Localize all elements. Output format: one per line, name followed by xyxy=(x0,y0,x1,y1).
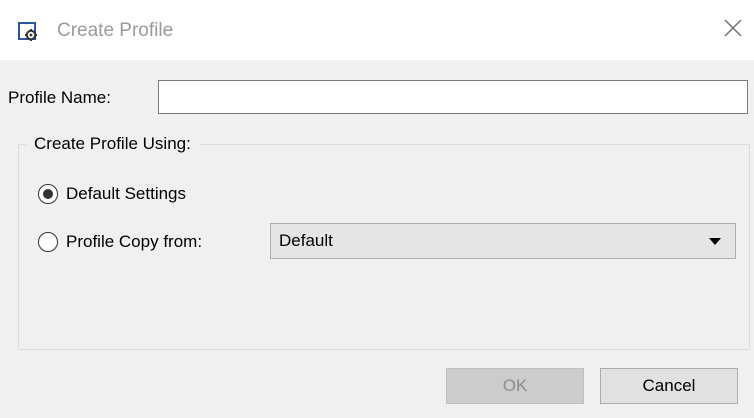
radio-dot xyxy=(43,189,53,199)
radio-profile-copy-from[interactable]: Profile Copy from: xyxy=(38,230,202,254)
profile-settings-icon xyxy=(18,22,38,42)
profile-name-input[interactable] xyxy=(158,80,748,114)
group-label: Create Profile Using: xyxy=(26,132,199,156)
dropdown-arrow-icon[interactable] xyxy=(709,237,721,245)
close-icon xyxy=(724,19,742,42)
dialog-body: Profile Name: Create Profile Using: Defa… xyxy=(0,60,754,418)
radio-default-settings[interactable]: Default Settings xyxy=(38,182,186,206)
radio-label-profile-copy-from: Profile Copy from: xyxy=(66,232,203,251)
create-profile-dialog: Create Profile Profile Name: Create Prof… xyxy=(0,0,754,418)
copy-from-dropdown[interactable]: Default xyxy=(270,223,736,259)
dropdown-selected-value: Default xyxy=(279,231,333,250)
cancel-button[interactable]: Cancel xyxy=(600,368,738,404)
radio-label-default-settings: Default Settings xyxy=(66,184,187,203)
title-bar: Create Profile xyxy=(0,0,754,60)
ok-button[interactable]: OK xyxy=(446,368,584,404)
window-title: Create Profile xyxy=(57,20,174,41)
radio-button-unselected[interactable] xyxy=(38,232,58,252)
profile-name-label: Profile Name: xyxy=(8,88,111,107)
radio-button-selected[interactable] xyxy=(38,184,58,204)
close-button[interactable] xyxy=(712,8,754,52)
